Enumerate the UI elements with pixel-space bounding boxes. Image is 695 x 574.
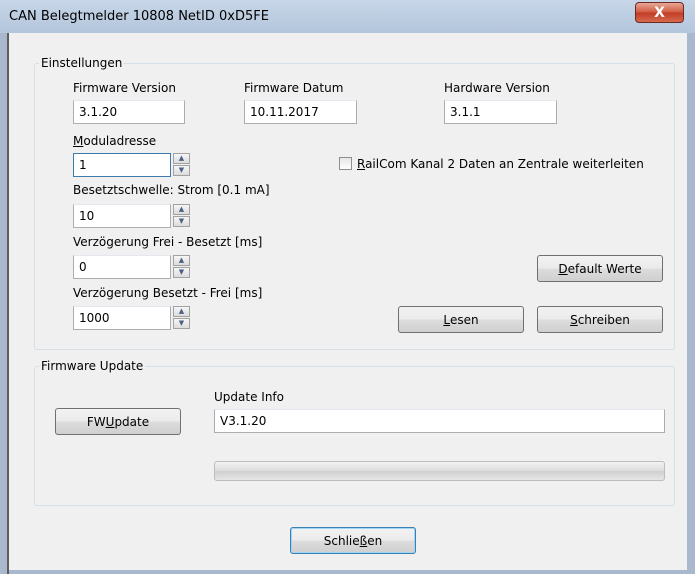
delay-occupied-free-label: Verzögerung Besetzt - Frei [ms] (73, 286, 263, 300)
spin-down-icon[interactable]: ▼ (173, 318, 190, 329)
firmware-date-field[interactable]: 10.11.2017 (244, 100, 357, 124)
firmware-version-field[interactable]: 3.1.20 (73, 100, 185, 124)
railcom-label: RailCom Kanal 2 Daten an Zentrale weiter… (357, 157, 644, 171)
settings-group-label: Einstellungen (39, 56, 125, 70)
delay-occupied-free-spinner[interactable]: ▲ ▼ (173, 306, 190, 330)
title-bar[interactable]: CAN Belegtmelder 10808 NetID 0xD5FE X (0, 0, 695, 33)
default-values-button[interactable]: Default Werte (537, 255, 663, 282)
update-progress-bar (214, 461, 665, 481)
fw-update-button[interactable]: FW Update (55, 408, 181, 435)
module-address-label: Moduladresse (73, 134, 157, 148)
spin-up-icon[interactable]: ▲ (173, 306, 190, 317)
spin-down-icon[interactable]: ▼ (173, 267, 190, 278)
firmware-update-group-label: Firmware Update (39, 359, 146, 373)
delay-free-occupied-field[interactable]: 0 (73, 255, 171, 279)
module-address-field[interactable]: 1 (73, 153, 171, 177)
write-button[interactable]: Schreiben (537, 306, 663, 333)
dialog-client-area: Einstellungen Firmware Version 3.1.20 Fi… (9, 33, 687, 570)
occupancy-threshold-label: Besetztschwelle: Strom [0.1 mA] (73, 183, 270, 197)
delay-free-occupied-label: Verzögerung Frei - Besetzt [ms] (73, 235, 263, 249)
module-address-spinner[interactable]: ▲ ▼ (173, 153, 190, 177)
spin-up-icon[interactable]: ▲ (173, 255, 190, 266)
dialog-window: CAN Belegtmelder 10808 NetID 0xD5FE X Ei… (0, 0, 695, 574)
close-icon: X (654, 4, 665, 21)
spin-down-icon[interactable]: ▼ (173, 165, 190, 176)
railcom-checkbox[interactable] (339, 157, 352, 170)
firmware-date-label: Firmware Datum (244, 81, 344, 95)
delay-free-occupied-spinner[interactable]: ▲ ▼ (173, 255, 190, 279)
hardware-version-label: Hardware Version (444, 81, 550, 95)
spin-up-icon[interactable]: ▲ (173, 204, 190, 215)
read-button[interactable]: Lesen (398, 306, 524, 333)
close-window-button[interactable]: X (635, 2, 684, 23)
hardware-version-field[interactable]: 3.1.1 (444, 100, 557, 124)
firmware-update-group (34, 366, 675, 506)
occupancy-threshold-field[interactable]: 10 (73, 204, 171, 228)
update-info-label: Update Info (214, 390, 284, 404)
spin-down-icon[interactable]: ▼ (173, 216, 190, 227)
window-title: CAN Belegtmelder 10808 NetID 0xD5FE (9, 9, 269, 24)
window-frame-left (0, 33, 9, 574)
spin-up-icon[interactable]: ▲ (173, 153, 190, 164)
occupancy-threshold-spinner[interactable]: ▲ ▼ (173, 204, 190, 228)
update-info-field[interactable]: V3.1.20 (214, 409, 665, 433)
firmware-version-label: Firmware Version (73, 81, 176, 95)
close-button[interactable]: Schlie ß en (290, 527, 416, 554)
delay-occupied-free-field[interactable]: 1000 (73, 306, 171, 330)
